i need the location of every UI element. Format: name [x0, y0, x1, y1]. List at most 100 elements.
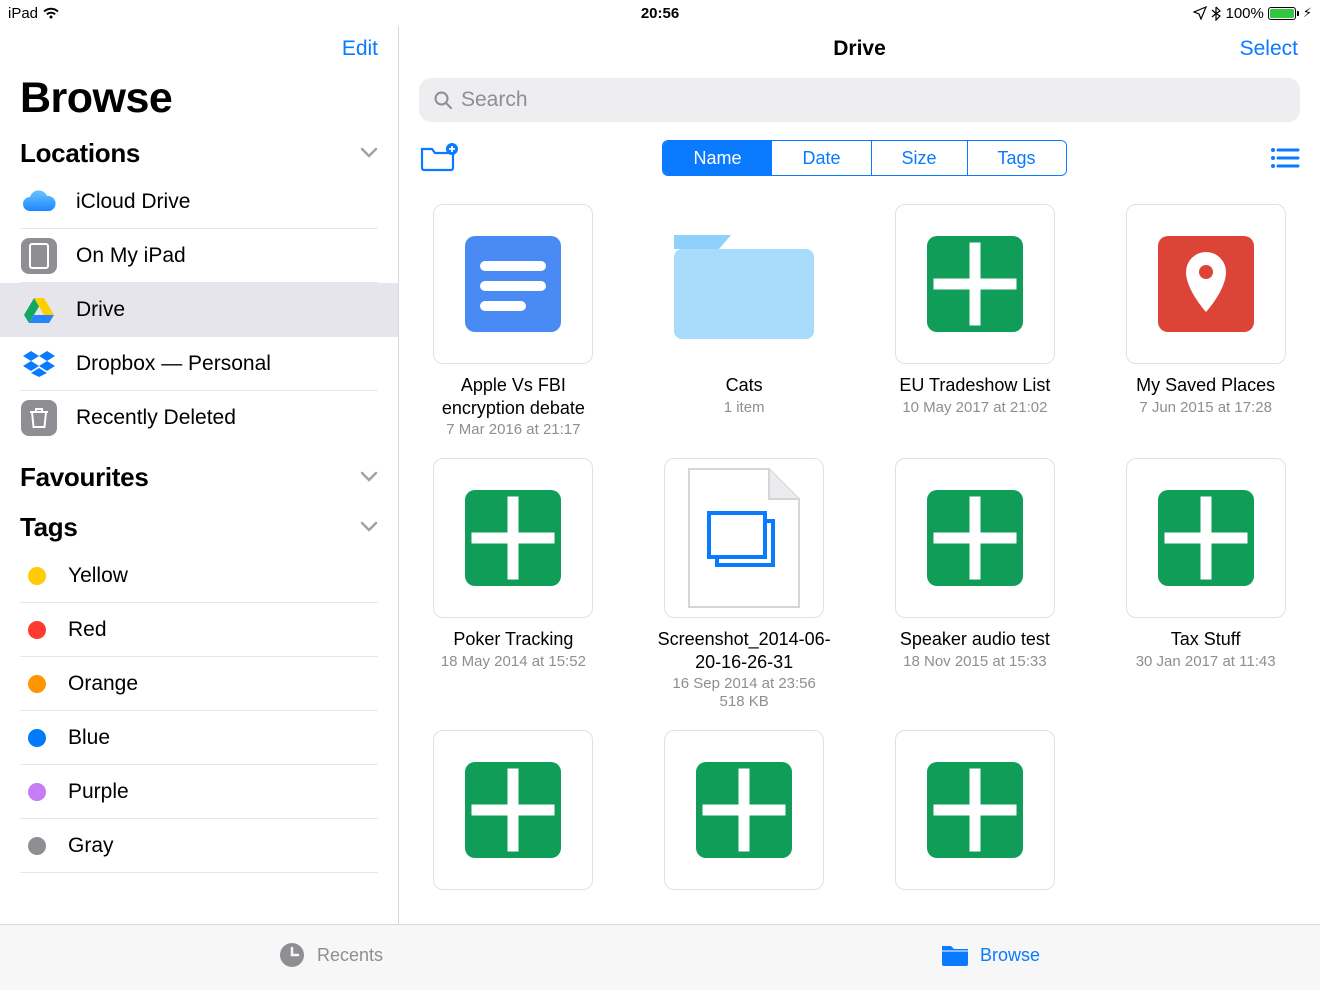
- file-item[interactable]: Poker Tracking 18 May 2014 at 15:52: [425, 458, 601, 710]
- tab-browse[interactable]: Browse: [660, 925, 1320, 985]
- file-name: Tax Stuff: [1118, 628, 1294, 651]
- dropbox-icon: [20, 345, 58, 383]
- file-item[interactable]: [887, 730, 1063, 900]
- tag-dot-icon: [28, 621, 46, 639]
- file-meta: 7 Jun 2015 at 17:28: [1118, 399, 1294, 416]
- file-name: Cats: [656, 374, 832, 397]
- gdrive-icon: [20, 291, 58, 329]
- image-icon: [664, 458, 824, 618]
- tag-orange[interactable]: Orange: [20, 657, 378, 711]
- file-name: EU Tradeshow List: [887, 374, 1063, 397]
- file-item[interactable]: EU Tradeshow List 10 May 2017 at 21:02: [887, 204, 1063, 438]
- icloud-icon: [20, 183, 58, 221]
- locations-header[interactable]: Locations: [20, 131, 378, 175]
- tag-label: Gray: [68, 834, 114, 858]
- sort-name[interactable]: Name: [663, 141, 772, 175]
- sidebar-item-label: Dropbox — Personal: [76, 352, 271, 376]
- sort-tags[interactable]: Tags: [968, 141, 1066, 175]
- tag-label: Yellow: [68, 564, 128, 588]
- sidebar-item-label: Drive: [76, 298, 125, 322]
- location-icon: [1193, 6, 1207, 20]
- sidebar-location-trash[interactable]: Recently Deleted: [20, 391, 378, 445]
- wifi-icon: [42, 6, 60, 20]
- file-item[interactable]: Screenshot_2014-06-20-16-26-31 16 Sep 201…: [656, 458, 832, 710]
- charging-icon: ⚡︎: [1303, 5, 1312, 21]
- file-item[interactable]: Speaker audio test18 Nov 2015 at 15:33: [887, 458, 1063, 710]
- select-button[interactable]: Select: [1240, 37, 1298, 61]
- tab-recents[interactable]: Recents: [0, 925, 660, 985]
- tag-label: Blue: [68, 726, 110, 750]
- gdoc-icon: [433, 204, 593, 364]
- battery-label: 100%: [1225, 5, 1263, 22]
- tag-dot-icon: [28, 837, 46, 855]
- chevron-down-icon: [360, 147, 378, 159]
- tag-red[interactable]: Red: [20, 603, 378, 657]
- tag-purple[interactable]: Purple: [20, 765, 378, 819]
- search-placeholder: Search: [461, 88, 528, 112]
- sidebar-title: Browse: [0, 72, 398, 131]
- bluetooth-icon: [1211, 6, 1221, 21]
- tag-dot-icon: [28, 567, 46, 585]
- folder-icon: [664, 204, 824, 364]
- sidebar-location-icloud[interactable]: iCloud Drive: [20, 175, 378, 229]
- sidebar-location-dropbox[interactable]: Dropbox — Personal: [20, 337, 378, 391]
- tab-bar: Recents Browse: [0, 924, 1320, 990]
- file-item[interactable]: Cats 1 item: [656, 204, 832, 438]
- chevron-down-icon: [360, 521, 378, 533]
- file-meta: 1 item: [656, 399, 832, 416]
- sort-date[interactable]: Date: [772, 141, 871, 175]
- gsheet-icon: [433, 458, 593, 618]
- tag-gray[interactable]: Gray: [20, 819, 378, 873]
- ios-status-bar: iPad 20:56 100% ⚡︎: [0, 0, 1320, 26]
- tag-dot-icon: [28, 729, 46, 747]
- gmap-icon: [1126, 204, 1286, 364]
- tags-header[interactable]: Tags: [20, 505, 378, 549]
- file-name: Screenshot_2014-06-20-16-26-31: [656, 628, 832, 673]
- file-meta: 18 Nov 2015 at 15:33: [887, 653, 1063, 670]
- file-meta: 10 May 2017 at 21:02: [887, 399, 1063, 416]
- page-title: Drive: [833, 37, 886, 61]
- sidebar-location-gdrive[interactable]: Drive: [0, 283, 398, 337]
- sidebar-location-ipad[interactable]: On My iPad: [20, 229, 378, 283]
- device-label: iPad: [8, 5, 38, 22]
- file-item[interactable]: My Saved Places7 Jun 2015 at 17:28: [1118, 204, 1294, 438]
- tag-yellow[interactable]: Yellow: [20, 549, 378, 603]
- edit-button[interactable]: Edit: [342, 37, 378, 61]
- file-meta: 16 Sep 2014 at 23:56: [656, 675, 832, 692]
- main-panel: Drive Select Search NameDateSizeTags App…: [399, 26, 1320, 990]
- battery-icon: [1268, 7, 1299, 20]
- gsheet-icon: [895, 458, 1055, 618]
- sidebar-item-label: Recently Deleted: [76, 406, 236, 430]
- gsheet-icon: [664, 730, 824, 890]
- file-name: Poker Tracking: [425, 628, 601, 651]
- file-item[interactable]: [425, 730, 601, 900]
- tag-label: Orange: [68, 672, 138, 696]
- file-grid: Apple Vs FBI encryption debate7 Mar 2016…: [399, 184, 1320, 990]
- sort-size[interactable]: Size: [872, 141, 968, 175]
- trash-icon: [20, 399, 58, 437]
- file-meta: 30 Jan 2017 at 11:43: [1118, 653, 1294, 670]
- gsheet-icon: [433, 730, 593, 890]
- tag-label: Purple: [68, 780, 129, 804]
- tag-dot-icon: [28, 675, 46, 693]
- list-view-button[interactable]: [1270, 147, 1300, 169]
- new-folder-button[interactable]: [419, 141, 459, 175]
- clock: 20:56: [641, 5, 679, 22]
- gsheet-icon: [895, 204, 1055, 364]
- gsheet-icon: [1126, 458, 1286, 618]
- file-item[interactable]: Apple Vs FBI encryption debate7 Mar 2016…: [425, 204, 601, 438]
- file-item[interactable]: [656, 730, 832, 900]
- sidebar: Edit Browse Locations iCloud DriveOn My …: [0, 26, 399, 990]
- file-meta: 18 May 2014 at 15:52: [425, 653, 601, 670]
- search-input[interactable]: Search: [419, 78, 1300, 122]
- chevron-down-icon: [360, 471, 378, 483]
- tag-label: Red: [68, 618, 107, 642]
- tag-dot-icon: [28, 783, 46, 801]
- favourites-header[interactable]: Favourites: [20, 455, 378, 499]
- search-icon: [433, 90, 453, 110]
- sort-segmented: NameDateSizeTags: [662, 140, 1066, 176]
- tag-blue[interactable]: Blue: [20, 711, 378, 765]
- ipad-icon: [20, 237, 58, 275]
- clock-icon: [277, 940, 307, 970]
- file-item[interactable]: Tax Stuff 30 Jan 2017 at 11:43: [1118, 458, 1294, 710]
